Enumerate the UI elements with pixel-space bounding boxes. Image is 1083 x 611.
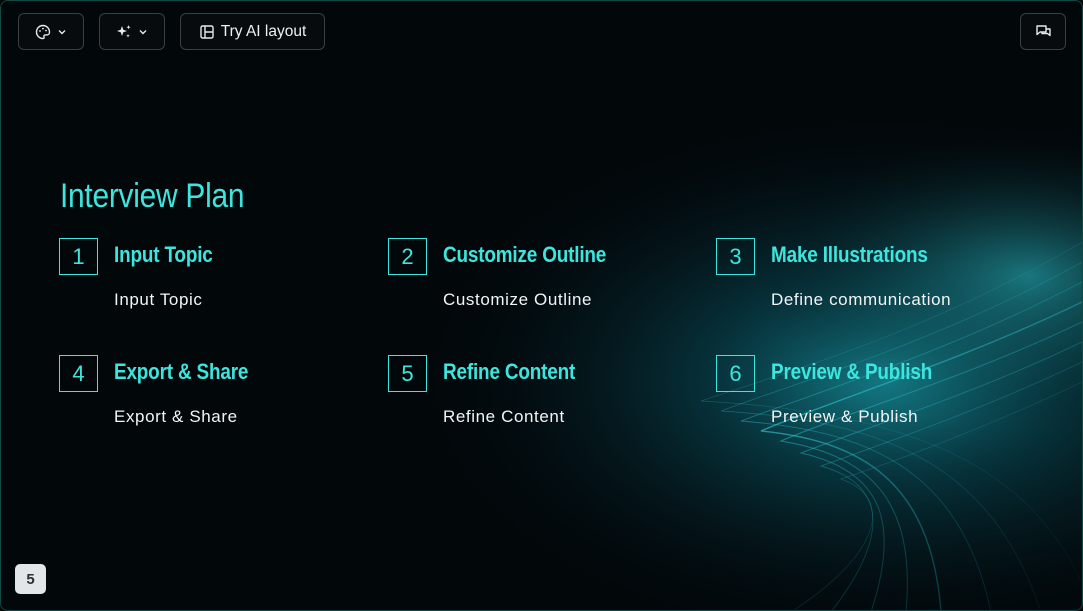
chevron-down-icon (138, 27, 148, 37)
plan-item: 2 Customize Outline Customize Outline (388, 238, 688, 328)
plan-item: 5 Refine Content Refine Content (388, 355, 688, 445)
plan-item: 4 Export & Share Export & Share (59, 355, 359, 445)
slide-canvas: Try AI layout Interview Plan 1 Input Top… (0, 0, 1083, 611)
item-number-badge: 2 (388, 238, 427, 275)
item-title: Make Illustrations (771, 242, 928, 267)
item-number-badge: 6 (716, 355, 755, 392)
item-title: Customize Outline (443, 242, 607, 267)
try-ai-layout-button[interactable]: Try AI layout (180, 13, 325, 50)
item-description: Input Topic (114, 290, 203, 309)
ai-tools-button[interactable] (99, 13, 165, 50)
item-description: Export & Share (114, 407, 238, 426)
comment-icon (1035, 23, 1052, 40)
item-number-badge: 5 (388, 355, 427, 392)
chevron-down-icon (57, 27, 67, 37)
item-title: Refine Content (443, 359, 576, 384)
item-description: Define communication (771, 290, 952, 309)
theme-button[interactable] (18, 13, 84, 50)
comments-button[interactable] (1020, 13, 1066, 50)
item-description: Customize Outline (443, 290, 593, 309)
item-number-badge: 1 (59, 238, 98, 275)
plan-item: 1 Input Topic Input Topic (59, 238, 359, 328)
page-number-badge: 5 (15, 564, 46, 594)
plan-item: 6 Preview & Publish Preview & Publish (716, 355, 1016, 445)
item-title: Preview & Publish (771, 359, 933, 384)
item-number-badge: 3 (716, 238, 755, 275)
layout-icon (199, 24, 215, 40)
sparkles-icon (116, 24, 132, 40)
item-title: Export & Share (114, 359, 249, 384)
plan-item: 3 Make Illustrations Define communicatio… (716, 238, 1016, 328)
item-title: Input Topic (114, 242, 213, 267)
item-number-badge: 4 (59, 355, 98, 392)
item-description: Refine Content (443, 407, 565, 426)
item-description: Preview & Publish (771, 407, 919, 426)
palette-icon (35, 24, 51, 40)
slide-title: Interview Plan (60, 177, 245, 215)
try-ai-layout-label: Try AI layout (220, 22, 307, 40)
